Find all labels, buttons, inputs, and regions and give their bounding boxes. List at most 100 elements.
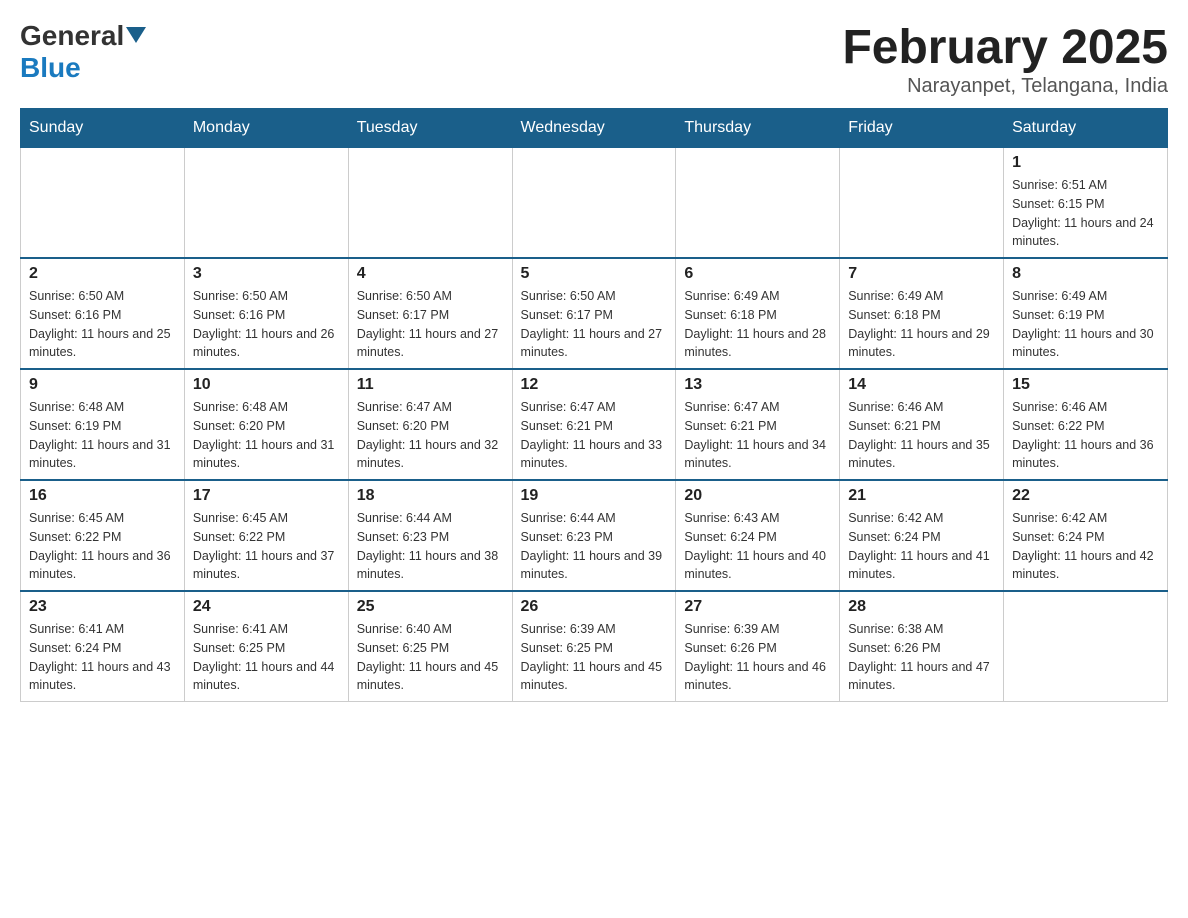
table-row: 25 Sunrise: 6:40 AMSunset: 6:25 PMDayligh…: [348, 591, 512, 702]
day-number: 28: [848, 598, 995, 616]
table-row: 24 Sunrise: 6:41 AMSunset: 6:25 PMDayligh…: [184, 591, 348, 702]
table-row: 8 Sunrise: 6:49 AMSunset: 6:19 PMDaylight…: [1004, 258, 1168, 369]
day-info: Sunrise: 6:44 AMSunset: 6:23 PMDaylight:…: [521, 509, 668, 584]
table-row: 22 Sunrise: 6:42 AMSunset: 6:24 PMDayligh…: [1004, 480, 1168, 591]
table-row: [348, 148, 512, 259]
col-thursday: Thursday: [676, 109, 840, 148]
table-row: 26 Sunrise: 6:39 AMSunset: 6:25 PMDayligh…: [512, 591, 676, 702]
table-row: 11 Sunrise: 6:47 AMSunset: 6:20 PMDayligh…: [348, 369, 512, 480]
table-row: 4 Sunrise: 6:50 AMSunset: 6:17 PMDaylight…: [348, 258, 512, 369]
day-number: 1: [1012, 154, 1159, 172]
day-info: Sunrise: 6:42 AMSunset: 6:24 PMDaylight:…: [1012, 509, 1159, 584]
calendar-week-row: 1 Sunrise: 6:51 AMSunset: 6:15 PMDaylight…: [21, 148, 1168, 259]
day-number: 12: [521, 376, 668, 394]
table-row: 9Sunrise: 6:48 AMSunset: 6:19 PMDaylight…: [21, 369, 185, 480]
col-tuesday: Tuesday: [348, 109, 512, 148]
title-section: February 2025 Narayanpet, Telangana, Ind…: [842, 20, 1168, 98]
table-row: 20 Sunrise: 6:43 AMSunset: 6:24 PMDayligh…: [676, 480, 840, 591]
day-info: Sunrise: 6:47 AMSunset: 6:21 PMDaylight:…: [684, 398, 831, 473]
table-row: 7 Sunrise: 6:49 AMSunset: 6:18 PMDaylight…: [840, 258, 1004, 369]
day-info: Sunrise: 6:43 AMSunset: 6:24 PMDaylight:…: [684, 509, 831, 584]
table-row: 5Sunrise: 6:50 AMSunset: 6:17 PMDaylight…: [512, 258, 676, 369]
day-number: 24: [193, 598, 340, 616]
day-info: Sunrise: 6:49 AMSunset: 6:19 PMDaylight:…: [1012, 287, 1159, 362]
day-info: Sunrise: 6:46 AMSunset: 6:22 PMDaylight:…: [1012, 398, 1159, 473]
page-title: February 2025: [842, 20, 1168, 75]
table-row: 1 Sunrise: 6:51 AMSunset: 6:15 PMDaylight…: [1004, 148, 1168, 259]
col-saturday: Saturday: [1004, 109, 1168, 148]
day-info: Sunrise: 6:44 AMSunset: 6:23 PMDaylight:…: [357, 509, 504, 584]
table-row: 12 Sunrise: 6:47 AMSunset: 6:21 PMDayligh…: [512, 369, 676, 480]
calendar-table: Sunday Monday Tuesday Wednesday Thursday…: [20, 108, 1168, 702]
day-info: Sunrise: 6:50 AMSunset: 6:16 PMDaylight:…: [193, 287, 340, 362]
table-row: [512, 148, 676, 259]
day-info: Sunrise: 6:48 AMSunset: 6:19 PMDaylight:…: [29, 398, 176, 473]
table-row: 21 Sunrise: 6:42 AMSunset: 6:24 PMDayligh…: [840, 480, 1004, 591]
table-row: [21, 148, 185, 259]
table-row: 23Sunrise: 6:41 AMSunset: 6:24 PMDayligh…: [21, 591, 185, 702]
day-number: 10: [193, 376, 340, 394]
day-info: Sunrise: 6:41 AMSunset: 6:25 PMDaylight:…: [193, 620, 340, 695]
calendar-week-row: 2 Sunrise: 6:50 AMSunset: 6:16 PMDaylight…: [21, 258, 1168, 369]
table-row: 28 Sunrise: 6:38 AMSunset: 6:26 PMDayligh…: [840, 591, 1004, 702]
table-row: 6 Sunrise: 6:49 AMSunset: 6:18 PMDaylight…: [676, 258, 840, 369]
table-row: 13Sunrise: 6:47 AMSunset: 6:21 PMDayligh…: [676, 369, 840, 480]
table-row: [840, 148, 1004, 259]
col-wednesday: Wednesday: [512, 109, 676, 148]
day-info: Sunrise: 6:49 AMSunset: 6:18 PMDaylight:…: [848, 287, 995, 362]
day-info: Sunrise: 6:50 AMSunset: 6:17 PMDaylight:…: [357, 287, 504, 362]
day-number: 20: [684, 487, 831, 505]
day-number: 8: [1012, 265, 1159, 283]
table-row: 18 Sunrise: 6:44 AMSunset: 6:23 PMDayligh…: [348, 480, 512, 591]
day-number: 14: [848, 376, 995, 394]
day-number: 7: [848, 265, 995, 283]
col-sunday: Sunday: [21, 109, 185, 148]
day-number: 4: [357, 265, 504, 283]
table-row: 19 Sunrise: 6:44 AMSunset: 6:23 PMDayligh…: [512, 480, 676, 591]
day-info: Sunrise: 6:49 AMSunset: 6:18 PMDaylight:…: [684, 287, 831, 362]
col-monday: Monday: [184, 109, 348, 148]
logo-blue-text: Blue: [20, 52, 81, 84]
day-number: 21: [848, 487, 995, 505]
day-number: 22: [1012, 487, 1159, 505]
day-info: Sunrise: 6:45 AMSunset: 6:22 PMDaylight:…: [193, 509, 340, 584]
page-header: General Blue February 2025 Narayanpet, T…: [20, 20, 1168, 98]
day-info: Sunrise: 6:47 AMSunset: 6:20 PMDaylight:…: [357, 398, 504, 473]
day-number: 16: [29, 487, 176, 505]
table-row: [1004, 591, 1168, 702]
table-row: 10Sunrise: 6:48 AMSunset: 6:20 PMDayligh…: [184, 369, 348, 480]
day-number: 15: [1012, 376, 1159, 394]
day-info: Sunrise: 6:38 AMSunset: 6:26 PMDaylight:…: [848, 620, 995, 695]
logo: General Blue: [20, 20, 146, 84]
col-friday: Friday: [840, 109, 1004, 148]
day-number: 2: [29, 265, 176, 283]
calendar-header-row: Sunday Monday Tuesday Wednesday Thursday…: [21, 109, 1168, 148]
day-info: Sunrise: 6:40 AMSunset: 6:25 PMDaylight:…: [357, 620, 504, 695]
day-info: Sunrise: 6:39 AMSunset: 6:25 PMDaylight:…: [521, 620, 668, 695]
day-number: 27: [684, 598, 831, 616]
day-info: Sunrise: 6:46 AMSunset: 6:21 PMDaylight:…: [848, 398, 995, 473]
day-info: Sunrise: 6:51 AMSunset: 6:15 PMDaylight:…: [1012, 176, 1159, 251]
calendar-week-row: 9Sunrise: 6:48 AMSunset: 6:19 PMDaylight…: [21, 369, 1168, 480]
day-info: Sunrise: 6:45 AMSunset: 6:22 PMDaylight:…: [29, 509, 176, 584]
table-row: 3Sunrise: 6:50 AMSunset: 6:16 PMDaylight…: [184, 258, 348, 369]
day-info: Sunrise: 6:41 AMSunset: 6:24 PMDaylight:…: [29, 620, 176, 695]
logo-arrow-icon: [126, 27, 146, 48]
table-row: 14 Sunrise: 6:46 AMSunset: 6:21 PMDayligh…: [840, 369, 1004, 480]
table-row: [184, 148, 348, 259]
day-info: Sunrise: 6:50 AMSunset: 6:16 PMDaylight:…: [29, 287, 176, 362]
table-row: [676, 148, 840, 259]
table-row: 17 Sunrise: 6:45 AMSunset: 6:22 PMDayligh…: [184, 480, 348, 591]
day-number: 6: [684, 265, 831, 283]
day-number: 25: [357, 598, 504, 616]
logo-general-text: General: [20, 20, 124, 52]
day-number: 11: [357, 376, 504, 394]
day-number: 19: [521, 487, 668, 505]
table-row: 16 Sunrise: 6:45 AMSunset: 6:22 PMDayligh…: [21, 480, 185, 591]
day-info: Sunrise: 6:42 AMSunset: 6:24 PMDaylight:…: [848, 509, 995, 584]
day-number: 26: [521, 598, 668, 616]
day-info: Sunrise: 6:47 AMSunset: 6:21 PMDaylight:…: [521, 398, 668, 473]
day-info: Sunrise: 6:39 AMSunset: 6:26 PMDaylight:…: [684, 620, 831, 695]
day-number: 18: [357, 487, 504, 505]
day-number: 17: [193, 487, 340, 505]
